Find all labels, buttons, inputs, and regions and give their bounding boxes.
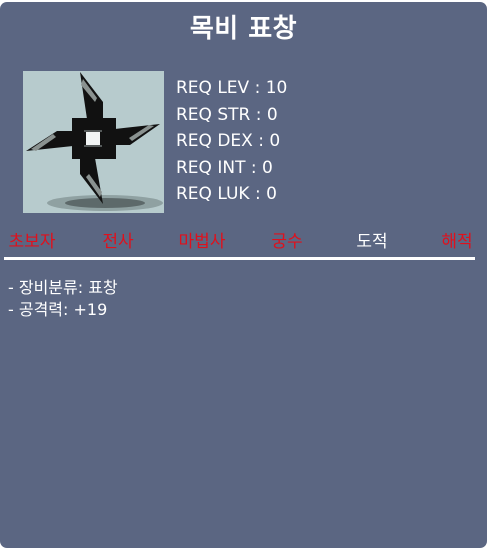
item-title: 목비 표창 [189, 14, 298, 44]
equip-category: - 장비분류: 표창 [8, 278, 118, 297]
req-str: REQ STR : 0 [176, 104, 278, 125]
req-level: REQ LEV : 10 [176, 78, 288, 98]
job-magician: 마법사 [178, 232, 226, 252]
job-list: 초보자 전사 마법사 궁수 도적 해적 [0, 227, 487, 255]
job-thief: 도적 [356, 232, 388, 252]
job-bowman: 궁수 [271, 232, 303, 252]
job-warrior: 전사 [102, 232, 134, 252]
requirements-list: REQ LEV : 10 REQ STR : 0 REQ DEX : 0 REQ… [176, 75, 287, 208]
req-dex: REQ DEX : 0 [176, 131, 281, 151]
job-beginner: 초보자 [8, 232, 56, 252]
req-int: REQ INT : 0 [176, 157, 273, 178]
item-icon-frame [23, 71, 164, 213]
job-pirate: 해적 [441, 232, 473, 252]
item-tooltip: 목비 표창 REQ LEV : 10 REQ STR : 0 REQ DEX : [0, 2, 487, 548]
attack-power: - 공격력: +19 [8, 300, 108, 319]
req-luk: REQ LUK : 0 [176, 184, 277, 204]
item-details: - 장비분류: 표창 - 공격력: +19 [8, 277, 118, 321]
divider [4, 257, 475, 260]
throwing-star-icon [26, 72, 163, 211]
